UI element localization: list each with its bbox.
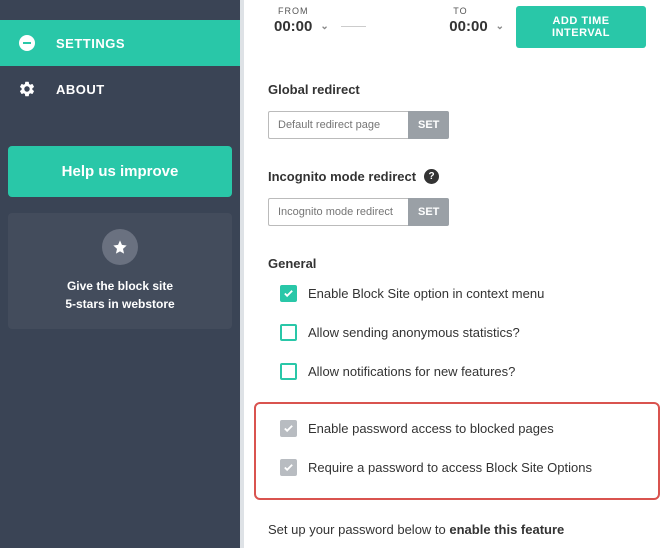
sidebar-settings-label: SETTINGS — [56, 36, 125, 51]
password-setup-head: Set up your password below to enable thi… — [268, 522, 646, 537]
incognito-redirect-input[interactable] — [268, 198, 408, 226]
checkbox-label: Require a password to access Block Site … — [308, 460, 592, 475]
checkbox-icon — [280, 459, 297, 476]
incognito-redirect-field: SET — [268, 198, 646, 226]
checkbox-require-password[interactable]: Require a password to access Block Site … — [280, 459, 646, 476]
incognito-redirect-head: Incognito mode redirect ? — [268, 169, 646, 184]
from-value: 00:00 — [274, 18, 312, 35]
global-redirect-field: SET — [268, 111, 646, 139]
star-icon — [102, 229, 138, 265]
time-interval-row: FROM 00:00 ⌄ TO 00:00 ⌄ ADD TIME INTERVAL — [268, 6, 646, 48]
checkbox-icon — [280, 363, 297, 380]
checkbox-anonymous-stats[interactable]: Allow sending anonymous statistics? — [280, 324, 646, 341]
checkbox-icon — [280, 285, 297, 302]
time-to-block[interactable]: TO 00:00 ⌄ — [443, 6, 504, 35]
checkbox-label: Enable Block Site option in context menu — [308, 286, 544, 301]
add-time-interval-button[interactable]: ADD TIME INTERVAL — [516, 6, 646, 48]
general-head: General — [268, 256, 646, 271]
help-icon[interactable]: ? — [424, 169, 439, 184]
checkbox-label: Enable password access to blocked pages — [308, 421, 554, 436]
global-redirect-set-button[interactable]: SET — [408, 111, 449, 139]
help-improve-button[interactable]: Help us improve — [8, 146, 232, 197]
global-redirect-input[interactable] — [268, 111, 408, 139]
checkbox-password-access[interactable]: Enable password access to blocked pages — [280, 420, 646, 437]
main-content: FROM 00:00⌄ TO 00:00⌄ ADD TIME INTERVAL … — [244, 0, 670, 548]
checkbox-icon — [280, 420, 297, 437]
chevron-down-icon: ⌄ — [496, 21, 504, 32]
checkbox-label: Allow sending anonymous statistics? — [308, 325, 520, 340]
to-value: 00:00 — [449, 18, 487, 35]
to-label: TO — [443, 6, 467, 16]
sidebar: SETTINGS ABOUT Help us improve Give the … — [0, 0, 240, 548]
checkbox-icon — [280, 324, 297, 341]
rating-box[interactable]: Give the block site 5-stars in webstore — [8, 213, 232, 329]
checkbox-notifications[interactable]: Allow notifications for new features? — [280, 363, 646, 380]
from-label: FROM — [268, 6, 309, 16]
help-section: Help us improve — [0, 138, 240, 205]
minus-circle-icon — [18, 34, 36, 52]
sidebar-item-about[interactable]: ABOUT — [0, 66, 240, 112]
sidebar-about-label: ABOUT — [56, 82, 105, 97]
global-redirect-head: Global redirect — [268, 82, 646, 97]
incognito-redirect-set-button[interactable]: SET — [408, 198, 449, 226]
time-dash — [341, 26, 366, 27]
checkbox-label: Allow notifications for new features? — [308, 364, 515, 379]
time-from-block[interactable]: FROM 00:00 ⌄ — [268, 6, 329, 35]
sidebar-item-settings[interactable]: SETTINGS — [0, 20, 240, 66]
gear-icon — [18, 80, 36, 98]
rating-text: Give the block site 5-stars in webstore — [18, 277, 222, 313]
checkbox-context-menu[interactable]: Enable Block Site option in context menu — [280, 285, 646, 302]
password-options-highlight: Enable password access to blocked pages … — [254, 402, 660, 500]
chevron-down-icon: ⌄ — [320, 21, 328, 32]
